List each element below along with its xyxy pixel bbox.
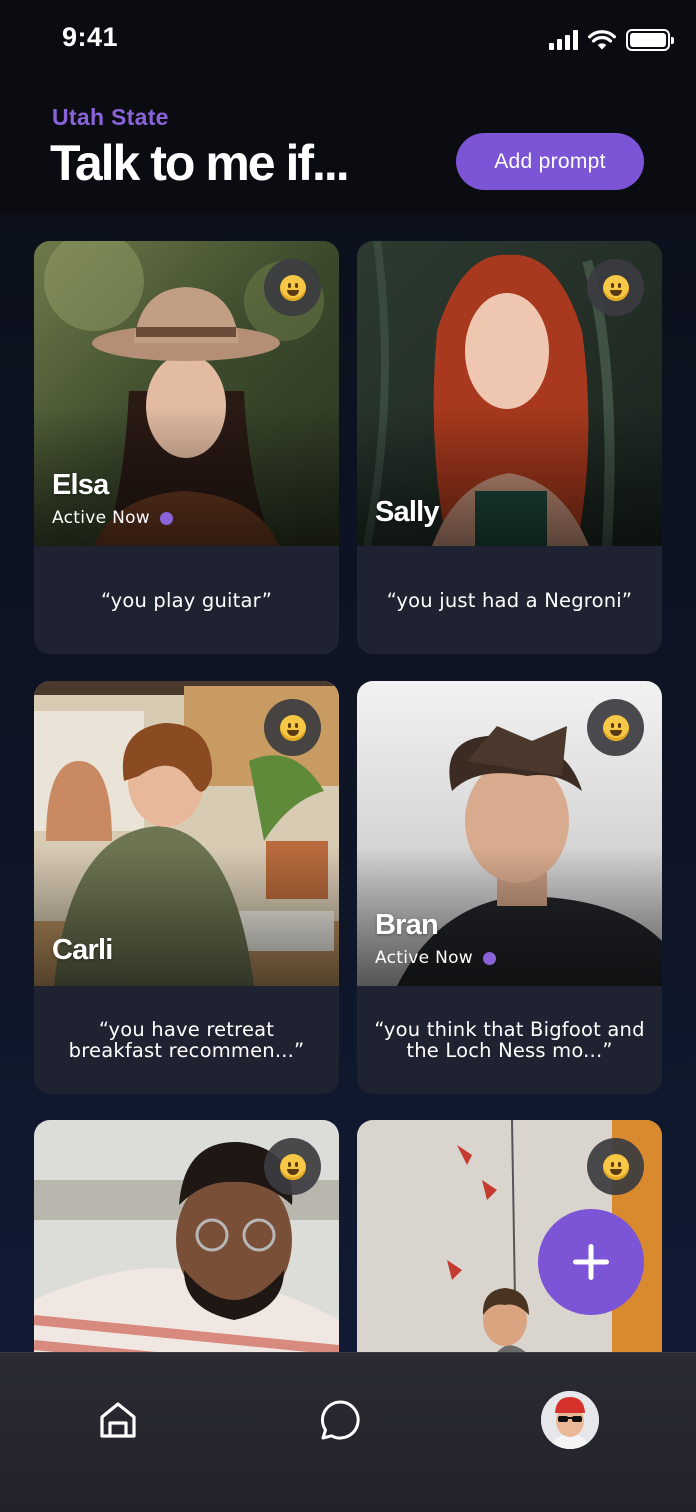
chat-bubble-icon — [320, 1400, 360, 1440]
profile-card[interactable]: Elsa Active Now “you play guitar” — [34, 241, 339, 654]
add-prompt-button[interactable]: Add prompt — [456, 133, 644, 190]
grinning-face-icon — [279, 1153, 306, 1180]
profile-card[interactable]: Bran Active Now “you think that Bigfoot … — [357, 681, 662, 1094]
react-button[interactable] — [587, 1138, 644, 1195]
react-button[interactable] — [587, 259, 644, 316]
react-button[interactable] — [264, 699, 321, 756]
active-status: Active Now — [52, 508, 174, 528]
react-button[interactable] — [264, 1138, 321, 1195]
prompt-text: “you think that Bigfoot and the Loch Nes… — [374, 1018, 645, 1062]
cellular-signal-icon — [549, 30, 578, 50]
active-dot-icon — [160, 511, 174, 525]
react-button[interactable] — [264, 259, 321, 316]
tab-home[interactable] — [89, 1391, 147, 1449]
active-status-label: Active Now — [52, 508, 151, 528]
profile-name: Elsa — [52, 469, 109, 501]
grinning-face-icon — [279, 274, 306, 301]
tab-chat[interactable] — [311, 1391, 369, 1449]
app-header: 9:41 Utah State Talk to me if... Add pro… — [0, 0, 696, 215]
avatar — [541, 1391, 599, 1449]
react-button[interactable] — [587, 699, 644, 756]
grinning-face-icon — [602, 714, 629, 741]
tab-bar — [0, 1352, 696, 1512]
profile-card[interactable]: Carli “you have retreat breakfast recomm… — [34, 681, 339, 1094]
status-icons — [549, 28, 674, 52]
add-fab-button[interactable] — [538, 1209, 644, 1315]
battery-icon — [626, 29, 674, 51]
grinning-face-icon — [602, 1153, 629, 1180]
wifi-icon — [588, 29, 616, 49]
grinning-face-icon — [602, 274, 629, 301]
profile-card[interactable]: Sally “you just had a Negroni” — [357, 241, 662, 654]
home-icon — [100, 1402, 136, 1438]
prompt-text: “you have retreat breakfast recommen...” — [68, 1018, 305, 1062]
page-title: Talk to me if... — [50, 135, 350, 191]
prompt-text: “you just had a Negroni” — [386, 588, 633, 612]
active-status: Active Now — [375, 948, 497, 968]
profile-name: Bran — [375, 909, 439, 941]
plus-icon — [573, 1244, 609, 1280]
prompt-text: “you play guitar” — [100, 588, 272, 612]
active-dot-icon — [483, 951, 497, 965]
active-status-label: Active Now — [375, 948, 474, 968]
school-label: Utah State — [52, 104, 169, 130]
profile-name: Sally — [375, 496, 440, 528]
grinning-face-icon — [279, 714, 306, 741]
status-time: 9:41 — [62, 22, 119, 52]
profile-name: Carli — [52, 934, 113, 966]
tab-profile[interactable] — [541, 1391, 599, 1449]
